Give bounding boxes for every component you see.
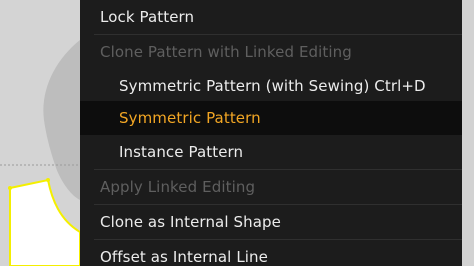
menu-item-offset-as-internal-line[interactable]: Offset as Internal Line [80,240,462,266]
menu-item-symmetric-pattern-sewing[interactable]: Symmetric Pattern (with Sewing) Ctrl+D [80,69,462,103]
menu-item-label: Clone Pattern with Linked Editing [100,43,352,61]
menu-item-label: Instance Pattern [119,143,244,161]
pattern-point [46,178,50,182]
menu-item-clone-as-internal-shape[interactable]: Clone as Internal Shape [80,205,462,239]
pattern-point [8,186,12,190]
menu-item-instance-pattern[interactable]: Instance Pattern [80,135,462,169]
menu-item-label: Offset as Internal Line [100,248,268,266]
menu-item-apply-linked-editing: Apply Linked Editing [80,170,462,204]
menu-item-symmetric-pattern[interactable]: Symmetric Pattern [80,101,462,135]
canvas-edge [462,0,474,266]
menu-item-label: Symmetric Pattern (with Sewing) Ctrl+D [119,77,426,95]
menu-item-label: Clone as Internal Shape [100,213,281,231]
pattern-canvas[interactable] [0,0,80,266]
context-menu: Lock Pattern Clone Pattern with Linked E… [80,0,462,266]
menu-item-label: Apply Linked Editing [100,178,256,196]
menu-item-lock-pattern[interactable]: Lock Pattern [80,0,462,34]
menu-item-label: Lock Pattern [100,8,195,26]
menu-item-clone-pattern-linked: Clone Pattern with Linked Editing [80,35,462,69]
menu-item-label: Symmetric Pattern [119,109,261,127]
avatar-silhouette [0,0,80,266]
